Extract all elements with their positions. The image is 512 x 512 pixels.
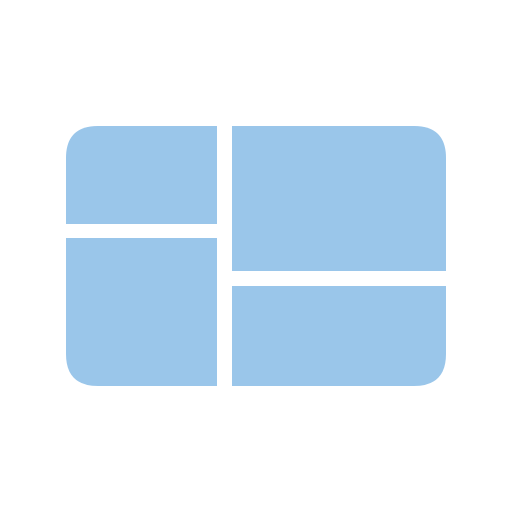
panel-top-left: [66, 126, 217, 224]
panel-bottom-right: [232, 286, 446, 386]
panel-top-right: [232, 126, 446, 271]
panel-bottom-left: [66, 238, 217, 386]
icon-canvas: [0, 0, 512, 512]
layout-grid-icon: [66, 126, 446, 386]
